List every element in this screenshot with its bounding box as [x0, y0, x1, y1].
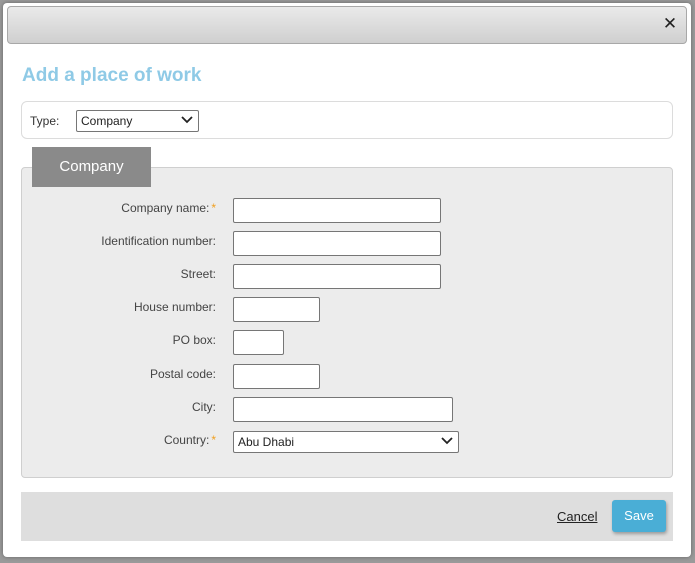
postal-code-input[interactable]: [233, 364, 320, 389]
dialog-titlebar: ✕: [7, 6, 687, 44]
identification-number-label: Identification number:: [101, 234, 216, 248]
street-label: Street:: [180, 267, 216, 281]
required-mark: *: [211, 201, 216, 215]
country-select[interactable]: Abu Dhabi: [233, 431, 459, 453]
type-label: Type:: [30, 114, 60, 128]
po-box-label: PO box:: [172, 333, 216, 347]
street-input[interactable]: [233, 264, 441, 289]
chevron-down-icon: [441, 437, 453, 445]
company-name-label-text: Company name:: [121, 201, 210, 215]
house-number-label: House number:: [133, 300, 216, 314]
type-row: Type: Company: [21, 101, 673, 139]
po-box-input[interactable]: [233, 330, 284, 355]
cancel-link[interactable]: Cancel: [557, 509, 597, 524]
country-label: Country: *: [164, 433, 216, 447]
company-name-input[interactable]: [233, 198, 441, 223]
panel-tab-company: Company: [32, 147, 151, 187]
save-button[interactable]: Save: [612, 500, 666, 532]
country-label-text: Country:: [163, 433, 210, 447]
chevron-down-icon: [181, 116, 193, 124]
city-label: City:: [192, 400, 216, 414]
dialog-heading: Add a place of work: [22, 65, 202, 86]
type-select[interactable]: Company: [76, 110, 199, 132]
country-select-value: Abu Dhabi: [238, 435, 295, 449]
add-place-dialog: ✕ Add a place of work Type: Company Comp…: [3, 3, 691, 557]
identification-number-input[interactable]: [233, 231, 441, 256]
dialog-footer: Cancel Save: [21, 492, 673, 541]
type-select-value: Company: [81, 114, 133, 128]
house-number-input[interactable]: [233, 297, 320, 322]
postal-code-label: Postal code:: [149, 367, 216, 381]
close-icon[interactable]: ✕: [662, 16, 678, 33]
required-mark: *: [211, 433, 216, 447]
company-name-label: Company name: *: [121, 201, 216, 215]
city-input[interactable]: [233, 397, 453, 422]
